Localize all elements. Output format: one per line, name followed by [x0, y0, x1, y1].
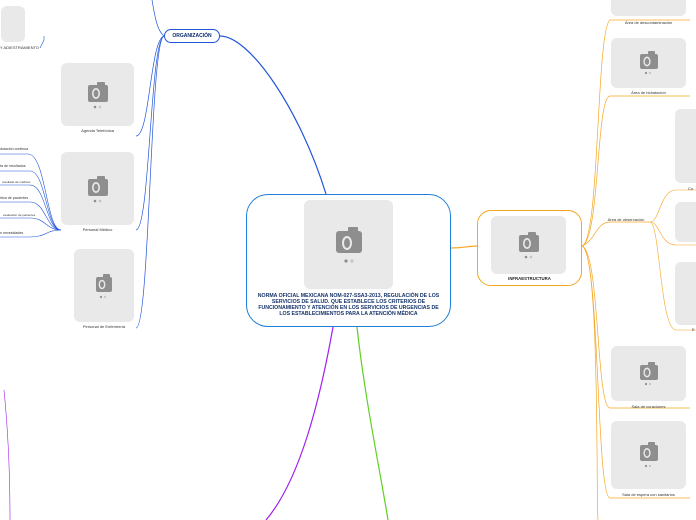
link-org-top	[151, 0, 165, 37]
card-enfermeria-image	[74, 249, 134, 322]
label-curaciones: Sala de curaciones	[631, 404, 666, 409]
camera-icon	[87, 175, 108, 202]
card-partial-image	[675, 202, 696, 242]
link-green	[356, 326, 389, 520]
infra-title: INFRAESTRUCTURA	[508, 276, 551, 281]
camera-icon	[639, 361, 658, 385]
link-org-enfermeria	[135, 35, 165, 329]
central-image-placeholder	[304, 200, 393, 289]
camera-icon	[335, 226, 362, 263]
list-item: resultado de médicos	[2, 180, 31, 184]
link-org-adiestramiento	[39, 36, 45, 49]
central-title: NORMA OFICIAL MEXICANA NOM-027-SSA3-2013…	[257, 293, 440, 317]
label-partial-2: E	[692, 327, 695, 332]
link-org-agenda	[135, 35, 165, 137]
label-enfermeria: Personal de Enfermería	[82, 324, 126, 329]
card-hidratacion-image	[611, 38, 686, 88]
infra-image-placeholder	[491, 216, 566, 274]
label-hidratacion: Área de hidratación	[631, 90, 666, 95]
card-image-partial	[1, 6, 25, 42]
label-espera: Sala de espera con sanitarios	[622, 492, 675, 497]
card-partial-image	[675, 262, 696, 325]
card-agenda-image	[61, 63, 134, 126]
list-item: n necesidades	[0, 231, 24, 235]
card-espera-image	[611, 421, 686, 489]
list-item: ta de resultados	[0, 164, 26, 168]
label-agenda: Agenda Telefónica	[81, 128, 114, 133]
label-medico: Personal Médico	[82, 227, 113, 232]
branch-organizacion[interactable]: ORGANIZACIÓN	[164, 29, 220, 43]
list-item: rtica de pacientes	[0, 196, 29, 200]
camera-icon	[518, 232, 539, 259]
label-observacion: Área de observación	[607, 217, 645, 222]
label-partial-1: Cu	[688, 186, 694, 191]
camera-icon	[639, 51, 658, 75]
camera-icon	[87, 81, 108, 108]
label-descontaminacion: Área de descontaminación	[624, 20, 673, 25]
label-adiestramiento: Y ADIESTRAMIENTO	[0, 45, 39, 50]
camera-icon	[96, 273, 112, 298]
card-medico-image	[61, 152, 134, 225]
link-organizacion	[219, 35, 327, 195]
link-infraestructura	[450, 245, 478, 249]
card-curaciones-image	[611, 346, 686, 401]
list-item: dotación continua	[0, 147, 29, 151]
link-purple	[265, 326, 334, 520]
card-descontaminacion-image	[611, 0, 686, 16]
camera-icon	[639, 442, 658, 468]
list-item: evaluación de pacientes	[3, 213, 36, 217]
card-partial-image	[675, 109, 696, 183]
